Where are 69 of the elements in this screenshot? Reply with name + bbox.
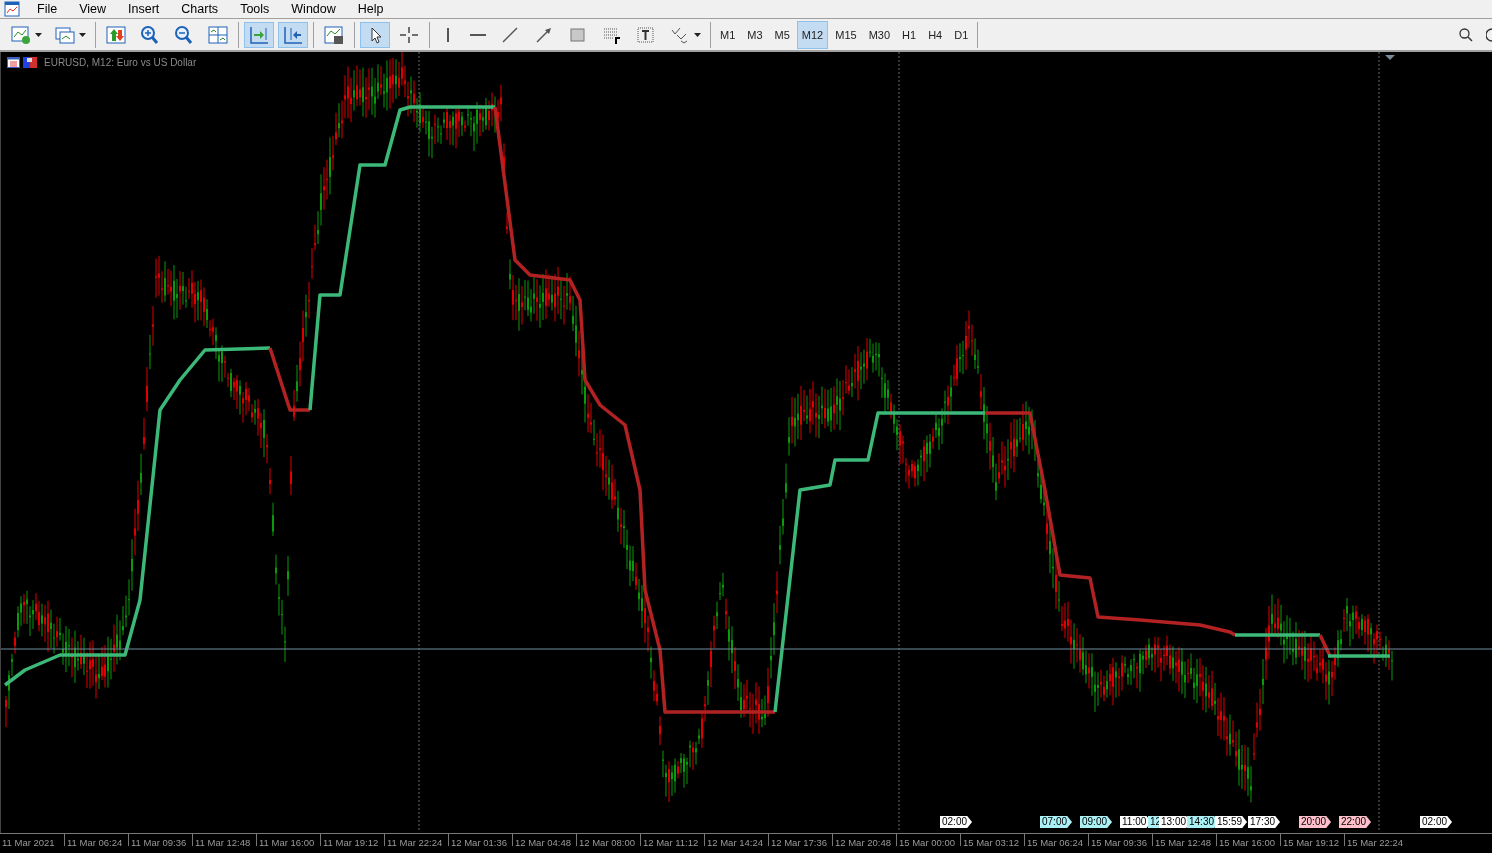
search-icon[interactable]	[1458, 26, 1474, 43]
time-axis-label: 15 Mar 06:24	[1024, 834, 1088, 846]
time-axis-label: 11 Mar 06:24	[64, 834, 128, 846]
time-tag: 07:00	[1040, 816, 1073, 828]
time-axis-label: 12 Mar 04:48	[512, 834, 576, 846]
timeframe-button[interactable]: M1	[715, 20, 741, 49]
time-axis-label: 12 Mar 20:48	[832, 834, 896, 846]
time-axis-label: 11 Mar 16:00	[256, 834, 320, 846]
caret-icon	[694, 32, 701, 37]
chart-title: EURUSD, M12: Euro vs US Dollar	[44, 57, 197, 68]
timeframe-button[interactable]: H4	[923, 20, 948, 49]
time-axis-label: 11 Mar 09:36	[128, 834, 192, 846]
menu-item[interactable]: View	[68, 2, 118, 16]
vline-icon	[447, 27, 449, 42]
caret-icon	[79, 32, 86, 37]
shift-icon	[282, 24, 304, 45]
time-axis-label: 11 Mar 12:48	[192, 834, 256, 846]
time-axis-label: 11 Mar 2021	[1, 836, 56, 846]
timeframe-button[interactable]: M15	[830, 20, 862, 49]
time-tag: 15:59	[1215, 816, 1248, 828]
time-tag: 20:00	[1299, 816, 1332, 828]
time-axis-label: 15 Mar 00:00	[896, 834, 960, 846]
time-tag: 22:00	[1339, 816, 1372, 828]
time-tag: 02:00	[940, 816, 973, 828]
time-axis-label: 15 Mar 12:48	[1152, 834, 1216, 846]
time-axis-label: 12 Mar 08:00	[576, 834, 640, 846]
time-axis-label: 15 Mar 09:36	[1088, 834, 1152, 846]
shift-button[interactable]	[278, 21, 308, 48]
time-tag: 02:00	[1420, 816, 1453, 828]
timeframe-button[interactable]: H1	[897, 20, 922, 49]
time-axis-label: 12 Mar 01:36	[448, 834, 512, 846]
timeframe-button[interactable]: D1	[949, 20, 974, 49]
timeframe-button[interactable]: M12	[796, 20, 829, 49]
menu-item[interactable]: Insert	[117, 2, 171, 16]
hline-icon	[470, 33, 486, 36]
time-axis-label: 11 Mar 19:12	[320, 834, 384, 846]
time-axis-label: 12 Mar 11:12	[640, 834, 704, 846]
timeframe-button[interactable]: M30	[863, 20, 896, 49]
timeframe-button[interactable]: M5	[769, 20, 795, 49]
template-icon	[323, 24, 345, 45]
time-axis-label: 11 Mar 22:24	[384, 834, 448, 846]
time-axis-label: 15 Mar 16:00	[1216, 834, 1280, 846]
text-icon	[635, 24, 657, 45]
autoscroll-icon	[248, 24, 270, 45]
menu-item[interactable]: Help	[346, 2, 395, 16]
menu-item[interactable]: Charts	[170, 2, 230, 16]
tile-icon	[207, 24, 229, 45]
time-tag: 09:00	[1080, 816, 1113, 828]
profiles-icon	[54, 24, 76, 45]
flags-icon	[23, 57, 37, 68]
menu-item[interactable]: Tools	[229, 2, 281, 16]
app-icon[interactable]	[4, 1, 20, 17]
new-chart-icon	[10, 24, 32, 45]
autoscroll-button[interactable]	[244, 21, 274, 48]
zoom-out-icon	[173, 24, 195, 45]
caret-icon	[35, 32, 42, 37]
crosshair-icon	[398, 24, 420, 45]
chart-window-icon	[7, 57, 20, 68]
time-axis-label: 15 Mar 19:12	[1280, 834, 1344, 846]
time-axis-label: 15 Mar 22:24	[1344, 834, 1408, 846]
time-tag: 17:30	[1248, 816, 1281, 828]
cursor-button[interactable]	[360, 21, 390, 48]
time-axis-label: 12 Mar 14:24	[704, 834, 768, 846]
time-axis-label: 15 Mar 03:12	[960, 834, 1024, 846]
menu-item[interactable]: File	[26, 2, 69, 16]
time-axis-label: 12 Mar 17:36	[768, 834, 832, 846]
menu-item[interactable]: Window	[280, 2, 347, 16]
timeframe-button[interactable]: M3	[742, 20, 768, 49]
zoom-in-icon	[139, 24, 161, 45]
